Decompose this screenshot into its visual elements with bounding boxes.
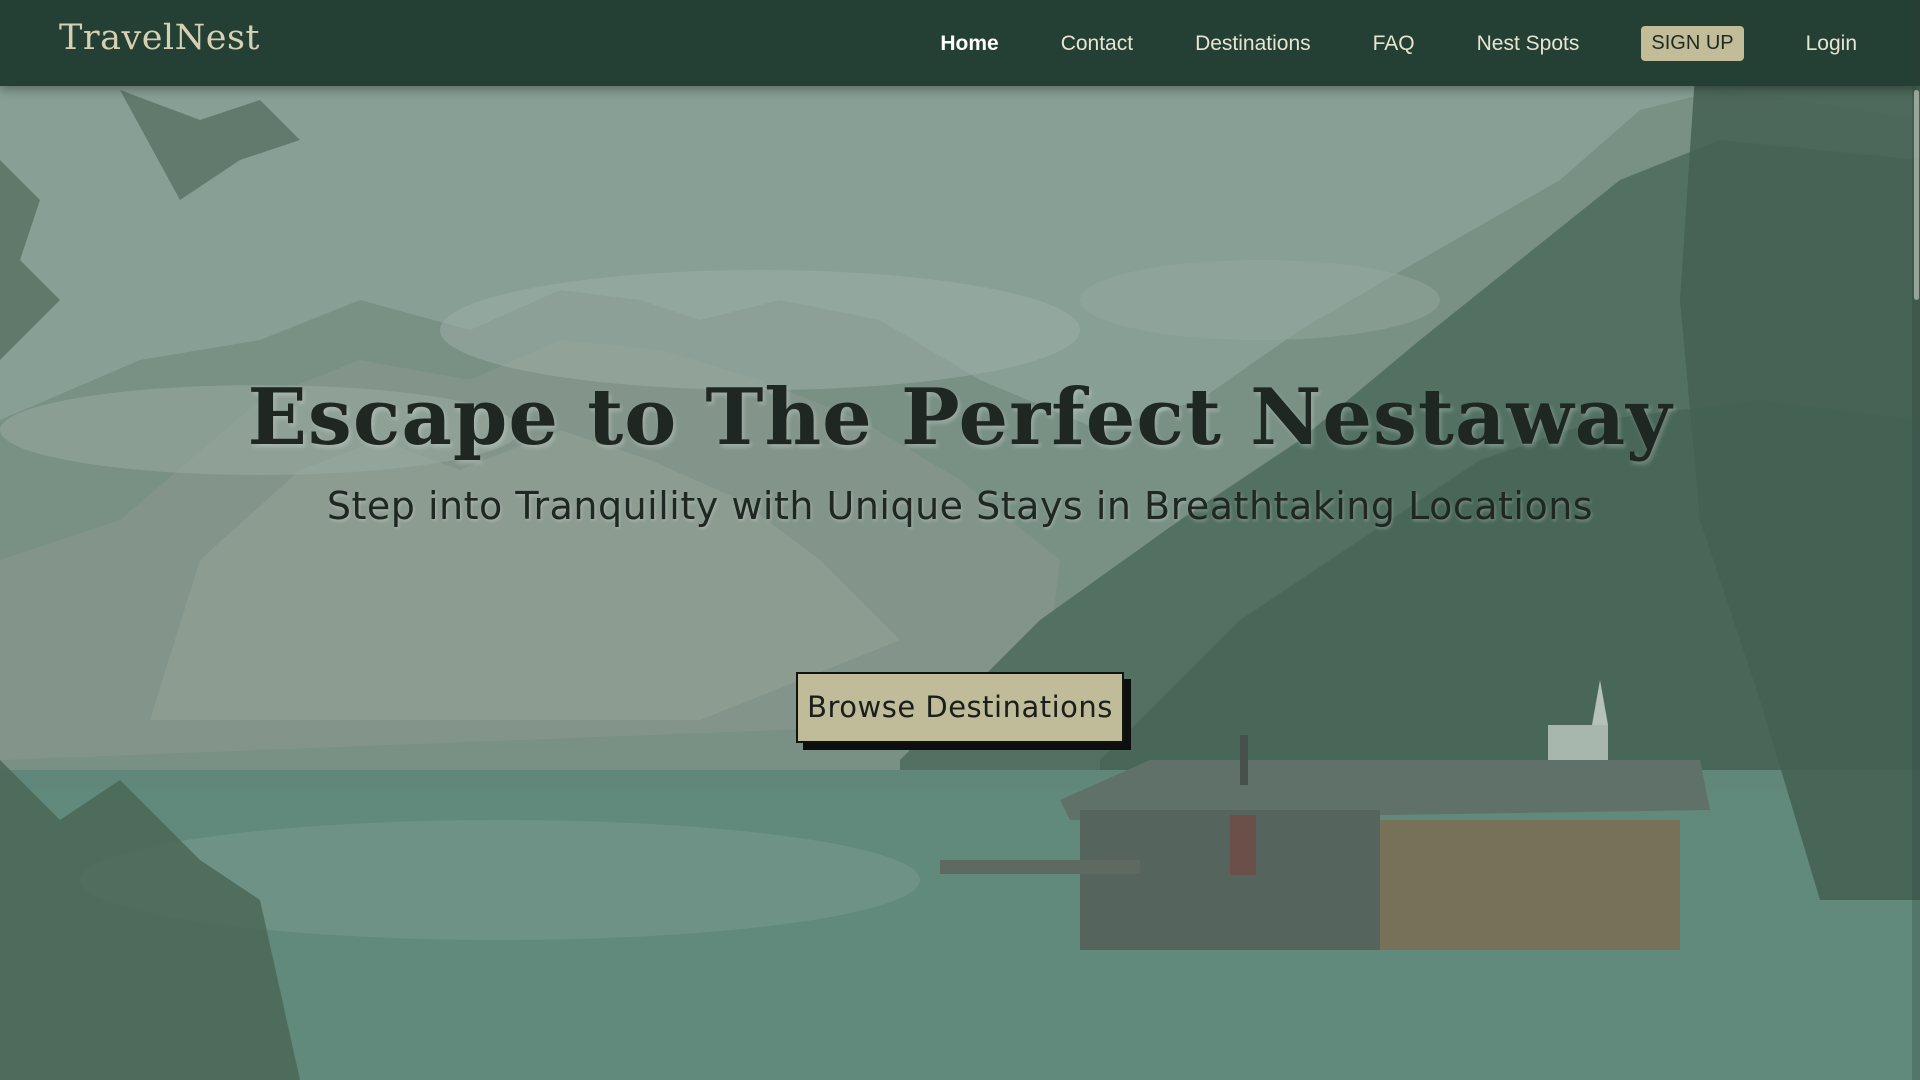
signup-button[interactable]: SIGN UP [1641, 26, 1744, 61]
nav-item-contact[interactable]: Contact [1061, 32, 1133, 56]
brand-logo[interactable]: TravelNest [59, 18, 260, 58]
browse-destinations-wrapper: Browse Destinations [796, 672, 1131, 750]
nav-links: Home Contact Destinations FAQ Nest Spots… [878, 26, 1857, 61]
hero-color-overlay [0, 0, 1920, 1080]
hero-subtitle: Step into Tranquility with Unique Stays … [326, 484, 1594, 528]
page-scrollbar[interactable] [1912, 0, 1920, 1080]
top-navbar: TravelNest Home Contact Destinations FAQ… [0, 0, 1920, 86]
nav-item-home[interactable]: Home [940, 32, 998, 56]
hero-title: Escape to The Perfect Nestaway [247, 372, 1673, 463]
login-link[interactable]: Login [1806, 32, 1857, 56]
nav-item-destinations[interactable]: Destinations [1195, 32, 1311, 56]
nav-item-faq[interactable]: FAQ [1373, 32, 1415, 56]
browse-destinations-button[interactable]: Browse Destinations [796, 672, 1124, 743]
page: TravelNest Home Contact Destinations FAQ… [0, 0, 1920, 1080]
nav-item-nest-spots[interactable]: Nest Spots [1477, 32, 1580, 56]
scrollbar-thumb[interactable] [1914, 90, 1919, 300]
